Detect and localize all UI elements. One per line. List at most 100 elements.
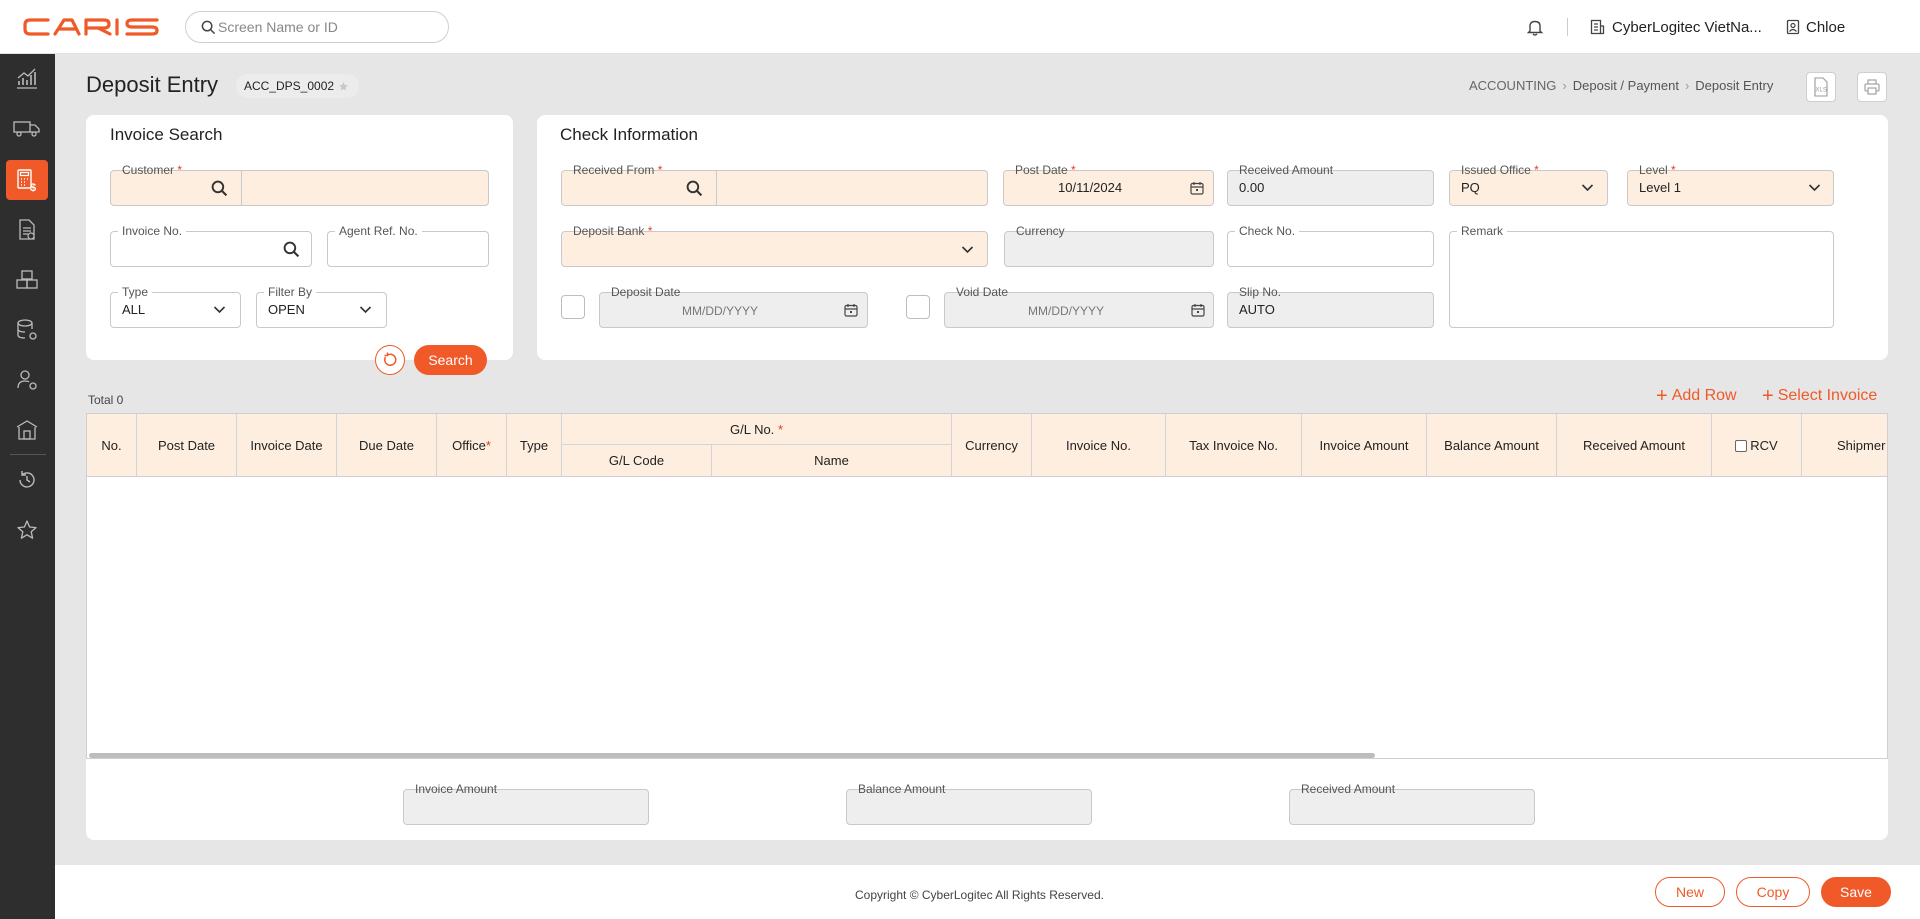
sidebar-item-user-settings[interactable] [6,360,48,400]
footer: Copyright © CyberLogitec All Rights Rese… [55,865,1920,919]
sidebar-item-favorites[interactable] [6,510,48,550]
remark-label: Remark [1457,224,1508,238]
col-header-no[interactable]: No. [87,414,137,477]
user-menu[interactable]: Chloe [1786,0,1845,54]
chevron-down-icon [1808,184,1821,192]
sidebar-item-master-data[interactable] [6,310,48,350]
breadcrumb-item[interactable]: Deposit / Payment [1573,78,1679,93]
plus-icon: + [1656,385,1668,407]
slip-no-field: Slip No. AUTO [1227,285,1434,328]
deposit-date-checkbox[interactable] [561,295,585,319]
customer-field[interactable]: Customer * [110,163,489,206]
screen-search-input[interactable] [218,12,438,42]
deposit-bank-select[interactable]: Deposit Bank * [561,224,988,267]
grid-header: No. Post Date Invoice Date Due Date Offi… [87,414,1887,477]
check-no-field[interactable]: Check No. [1227,224,1434,267]
screen-search[interactable] [185,11,449,43]
remark-textarea[interactable]: Remark [1449,224,1834,328]
total-invoice-amount-label: Invoice Amount [415,782,498,796]
calendar-icon[interactable] [1191,303,1205,317]
agent-ref-no-label: Agent Ref. No. [335,224,422,238]
chevron-right-icon: › [1562,78,1567,93]
company-selector[interactable]: CyberLogitec VietNa... [1590,0,1762,54]
col-header-received-amount[interactable]: Received Amount [1557,414,1712,477]
sidebar-item-dashboard[interactable] [6,58,48,98]
col-header-currency[interactable]: Currency [952,414,1032,477]
col-header-gl-code[interactable]: G/L Code [562,445,712,476]
col-header-shipment[interactable]: Shipmer [1802,414,1887,477]
issued-office-label: Issued Office * [1461,163,1539,177]
col-header-due-date[interactable]: Due Date [337,414,437,477]
select-invoice-button[interactable]: + Select Invoice [1762,386,1878,406]
sidebar-item-organization[interactable] [6,410,48,450]
favorite-star-icon[interactable] [338,81,349,92]
filter-by-select[interactable]: Filter By OPEN [256,285,387,328]
save-button[interactable]: Save [1821,877,1891,907]
void-date-checkbox[interactable] [906,295,930,319]
check-information-panel: Check Information Received From * Post D… [537,115,1888,360]
search-icon [201,20,216,35]
level-label: Level * [1639,163,1676,177]
chevron-down-icon [213,306,226,314]
print-button[interactable] [1857,72,1887,102]
boxes-icon [16,270,38,289]
sidebar-item-documents[interactable] [6,210,48,250]
breadcrumb-item: Deposit Entry [1695,78,1774,93]
post-date-field[interactable]: Post Date * 10/11/2024 [1003,163,1214,206]
total-count: Total 0 [88,393,124,407]
sidebar-item-accounting[interactable]: $ [6,160,48,200]
type-select[interactable]: Type ALL [110,285,241,328]
breadcrumb-item[interactable]: ACCOUNTING [1469,78,1556,93]
col-header-invoice-amount[interactable]: Invoice Amount [1302,414,1427,477]
field-divider [716,171,717,205]
deposit-date-field[interactable]: Deposit Date MM/DD/YYYY [599,285,868,328]
page-title: Deposit Entry [86,72,219,97]
check-no-label: Check No. [1235,224,1300,238]
sidebar-item-history[interactable] [6,460,48,500]
col-header-type[interactable]: Type [507,414,562,477]
add-row-button[interactable]: + Add Row [1656,385,1737,407]
agent-ref-no-field[interactable]: Agent Ref. No. [327,224,489,267]
building-icon [16,420,38,440]
reset-button[interactable] [375,345,405,375]
copy-button[interactable]: Copy [1736,877,1810,907]
col-header-tax-invoice-no[interactable]: Tax Invoice No. [1166,414,1302,477]
new-button[interactable]: New [1655,877,1725,907]
void-date-label: Void Date [956,285,1009,299]
col-header-gl-no[interactable]: G/L No. * [562,414,952,445]
rcv-select-all-checkbox[interactable] [1735,439,1748,452]
search-icon[interactable] [211,180,228,197]
horizontal-scrollbar[interactable] [89,753,1375,758]
search-button[interactable]: Search [414,345,487,375]
col-header-post-date[interactable]: Post Date [137,414,237,477]
search-icon[interactable] [283,241,300,258]
level-select[interactable]: Level * Level 1 [1627,163,1834,206]
sidebar-item-logistics[interactable] [6,108,48,148]
col-header-gl-name[interactable]: Name [712,445,952,476]
select-invoice-label: Select Invoice [1777,387,1878,404]
calendar-icon[interactable] [844,303,858,317]
user-settings-icon [17,370,37,390]
calendar-icon[interactable] [1190,181,1204,195]
col-header-invoice-date[interactable]: Invoice Date [237,414,337,477]
col-header-rcv[interactable]: RCV [1712,414,1802,477]
col-header-balance-amount[interactable]: Balance Amount [1427,414,1557,477]
invoice-no-field[interactable]: Invoice No. [110,224,312,267]
search-icon[interactable] [686,180,703,197]
notifications-button[interactable] [1527,0,1543,54]
sidebar-item-warehouse[interactable] [6,260,48,300]
col-header-office[interactable]: Office * [437,414,507,477]
caris-logo[interactable] [22,12,162,42]
void-date-field[interactable]: Void Date MM/DD/YYYY [944,285,1214,328]
slip-no-value: AUTO [1239,302,1275,317]
col-header-invoice-no[interactable]: Invoice No. [1032,414,1166,477]
total-received-amount-label: Received Amount [1301,782,1396,796]
filter-by-value: OPEN [268,302,305,317]
received-amount-label: Received Amount [1239,163,1334,177]
received-from-field[interactable]: Received From * [561,163,988,206]
sidebar-divider [10,454,46,455]
chevron-down-icon [961,246,974,254]
issued-office-select[interactable]: Issued Office * PQ [1449,163,1608,206]
deposit-bank-label: Deposit Bank * [573,224,653,238]
export-excel-button[interactable]: XLS [1806,72,1836,102]
